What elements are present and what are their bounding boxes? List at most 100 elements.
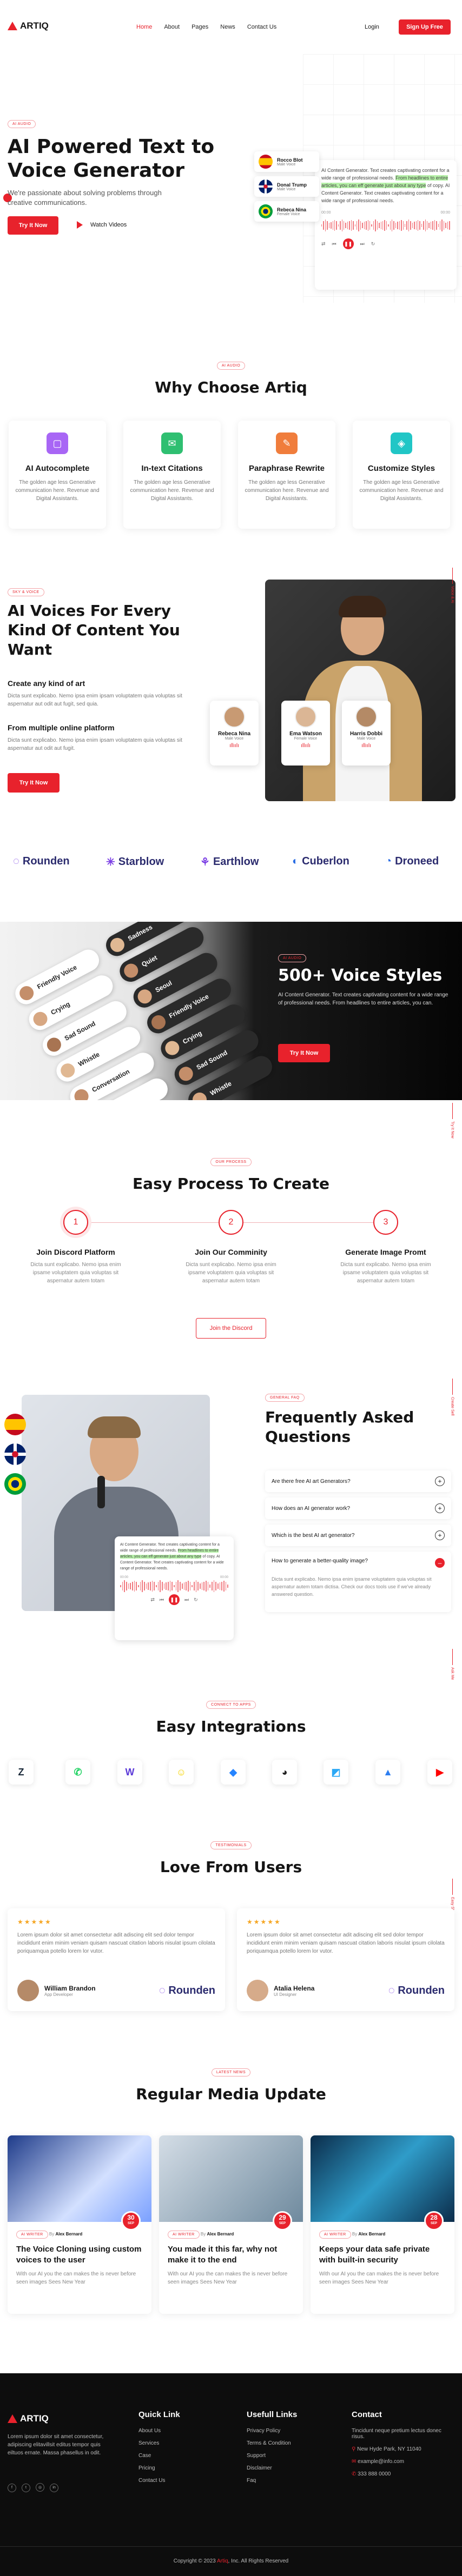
useful-links: Usefull Links Privacy Policy Terms & Cond… xyxy=(247,2410,298,2484)
plus-icon: + xyxy=(435,1476,445,1486)
faq-item[interactable]: How does an AI generator work? + xyxy=(265,1497,451,1519)
process-title: Easy Process To Create xyxy=(133,1175,329,1193)
jira-icon[interactable]: ◆ xyxy=(221,1760,246,1785)
instagram-icon[interactable]: ◎ xyxy=(36,2483,44,2492)
nav-pages[interactable]: Pages xyxy=(192,24,208,30)
avatar xyxy=(44,1035,64,1055)
facebook-icon[interactable]: f xyxy=(8,2483,16,2492)
avatar xyxy=(295,706,316,728)
linkedin-icon[interactable]: in xyxy=(50,2483,58,2492)
wave-bar xyxy=(347,222,348,229)
wave-bar xyxy=(140,1582,141,1590)
wave-bar xyxy=(163,1583,165,1589)
prev-icon[interactable]: ⏮ xyxy=(332,241,336,247)
wave-bar xyxy=(166,1582,167,1590)
snapchat-icon[interactable]: ☺ xyxy=(169,1760,194,1785)
voice-card[interactable]: Rocco Blot Male Voice xyxy=(254,151,319,172)
voice-person-card[interactable]: Rebeca Nina Male Voice ıllıılı xyxy=(210,701,259,766)
spain-flag-icon xyxy=(4,1414,26,1435)
watch-videos-button[interactable]: Watch Videos xyxy=(77,221,127,229)
why-header: AI AUDIO Why Choose Artiq xyxy=(0,360,462,396)
nav-home[interactable]: Home xyxy=(136,24,152,30)
microphone-icon xyxy=(97,1476,105,1508)
whatsapp-icon[interactable]: ✆ xyxy=(65,1760,90,1785)
wave-bar xyxy=(432,221,433,230)
wave-bar xyxy=(162,1582,163,1590)
blog-card[interactable]: 30 SEP AI WRITER By Alex Bernard The Voic… xyxy=(8,2135,151,2314)
join-discord-button[interactable]: Join the Discord xyxy=(196,1318,266,1339)
footer-divider xyxy=(0,2546,462,2547)
next-icon[interactable]: ⏭ xyxy=(360,241,365,247)
login-link[interactable]: Login xyxy=(365,24,379,30)
brand-logo-droneed: ◔ Droneed xyxy=(385,855,439,867)
brand-logo[interactable]: ARTIQ xyxy=(8,21,49,31)
avatar xyxy=(247,1980,268,2001)
brazil-flag-icon xyxy=(4,1473,26,1495)
hero-subtitle: We're passionate about solving problems … xyxy=(8,189,162,207)
repeat-icon[interactable]: ↻ xyxy=(371,241,375,247)
nav-contact[interactable]: Contact Us xyxy=(247,24,276,30)
footer-logo[interactable]: ARTIQ xyxy=(8,2413,49,2424)
wave-bar xyxy=(397,222,398,229)
brazil-flag-icon xyxy=(259,204,273,218)
wave-bar xyxy=(384,220,385,231)
voice-card[interactable]: Rebeca Nina Female Voice xyxy=(254,201,319,222)
social-links: f t ◎ in xyxy=(8,2481,64,2492)
youtube-icon[interactable]: ▶ xyxy=(427,1760,452,1785)
wave-bar xyxy=(183,1582,185,1590)
wave-bar xyxy=(221,1581,222,1591)
wave-bar xyxy=(205,1581,207,1592)
feature-card: ◈ Customize Styles The golden age less G… xyxy=(353,421,450,529)
voices-title: AI Voices For Every Kind Of Content You … xyxy=(8,602,180,658)
voice-card[interactable]: Donal Trump Male Voice xyxy=(254,176,319,197)
atlassian-icon[interactable]: ▲ xyxy=(375,1760,400,1785)
wave-bar xyxy=(447,221,448,230)
wave-bar xyxy=(223,1581,225,1592)
blog-card[interactable]: 28 SEP AI WRITER By Alex Bernard Keeps yo… xyxy=(311,2135,454,2314)
voices-p1: Dicta sunt explicabo. Nemo ipsa enim ips… xyxy=(8,693,182,707)
faq-side-deco: Ask Me xyxy=(449,1649,456,1680)
faq-item[interactable]: Which is the best AI art generator? + xyxy=(265,1525,451,1546)
voices-try-button[interactable]: Try It Now xyxy=(8,773,60,793)
shuffle-icon[interactable]: ⇄ xyxy=(150,1597,155,1603)
voice-person-card[interactable]: Ema Watson Female Voice ıllıılı xyxy=(281,701,330,766)
wave-bar xyxy=(421,224,423,227)
zendesk-icon[interactable]: Z xyxy=(9,1760,34,1785)
nav-news[interactable]: News xyxy=(220,24,235,30)
nav-about[interactable]: About xyxy=(164,24,180,30)
wave-bar xyxy=(138,1585,139,1588)
next-icon[interactable]: ⏭ xyxy=(184,1597,189,1603)
quick-links: Quick Link About Us Services Case Pricing Co… xyxy=(138,2410,180,2484)
hero-try-button[interactable]: Try It Now xyxy=(8,216,58,235)
signup-button[interactable]: Sign Up Free xyxy=(399,19,451,35)
wave-bar xyxy=(197,1582,199,1590)
faq-item-open[interactable]: How to generate a better-quality image? –… xyxy=(265,1552,451,1612)
wave-bar xyxy=(215,1582,216,1590)
player-controls: ⇄ ⏮ ❚❚ ⏭ ↻ xyxy=(321,238,450,249)
voice-person-card[interactable]: Harris Dobbi Male Voice ıllıılı xyxy=(342,701,391,766)
mailchimp-icon[interactable]: ◕ xyxy=(272,1760,297,1785)
pause-button[interactable]: ❚❚ xyxy=(169,1594,180,1605)
cube-icon[interactable]: ◩ xyxy=(324,1760,348,1785)
pause-button[interactable]: ❚❚ xyxy=(342,238,354,249)
shuffle-icon[interactable]: ⇄ xyxy=(321,241,326,247)
dark-tag: AI AUDIO xyxy=(278,954,307,962)
hero-title: AI Powered Text to Voice Generator xyxy=(8,136,215,182)
wave-bar xyxy=(175,1582,177,1590)
faq-item[interactable]: Are there free AI art Generators? + xyxy=(265,1470,451,1492)
plus-icon: + xyxy=(435,1503,445,1513)
twitter-icon[interactable]: t xyxy=(22,2483,30,2492)
avatar xyxy=(30,1009,50,1029)
wave-icon: ıllıılı xyxy=(301,743,311,749)
site-header: ARTIQ Home About Pages News Contact Us L… xyxy=(0,0,462,54)
wave-bar xyxy=(122,1582,123,1590)
repeat-icon[interactable]: ↻ xyxy=(194,1597,198,1603)
copyright: Copyright © 2023 Artiq, Inc. All Rights … xyxy=(173,2558,289,2564)
wave-bar xyxy=(144,1582,145,1590)
prev-icon[interactable]: ⏮ xyxy=(160,1597,164,1603)
dark-try-button[interactable]: Try It Now xyxy=(278,1044,330,1062)
wave-bar xyxy=(425,219,426,231)
audio-waveform xyxy=(321,219,450,232)
blog-card[interactable]: 29 SEP AI WRITER By Alex Bernard You made… xyxy=(159,2135,303,2314)
webflow-icon[interactable]: W xyxy=(117,1760,142,1785)
